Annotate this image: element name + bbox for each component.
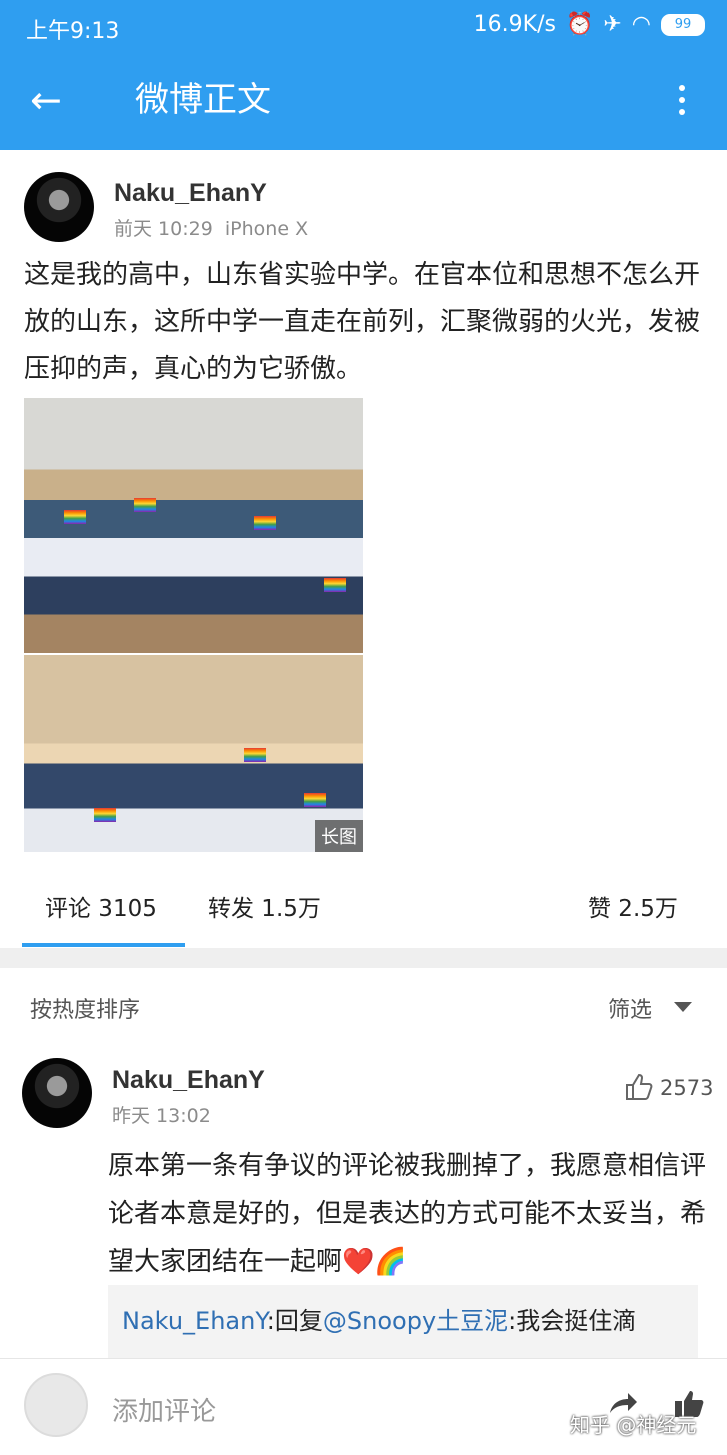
active-tab-indicator	[22, 943, 185, 947]
more-options-icon[interactable]	[670, 78, 694, 122]
reply-text: :我会挺住滴	[508, 1307, 637, 1335]
status-icons: 16.9K/s ⏰ ✈ ◠ 99	[474, 12, 705, 37]
comment-username[interactable]: Naku_EhanY	[112, 1066, 265, 1095]
watermark: 知乎 @神经元	[570, 1413, 697, 1437]
rainbow-flag-icon	[304, 793, 326, 807]
comment-time: 昨天 13:02	[112, 1105, 211, 1127]
rainbow-flag-icon	[254, 516, 276, 530]
reply-mention[interactable]: @Snoopy土豆泥	[323, 1307, 508, 1335]
chevron-down-icon[interactable]	[674, 1002, 692, 1012]
reply-line: Naku_EhanY:回复@Snoopy土豆泥:我会挺住滴	[122, 1301, 636, 1336]
page-title: 微博正文	[135, 80, 271, 120]
avatar[interactable]	[24, 172, 94, 242]
sort-by-hot-button[interactable]: 按热度排序	[30, 992, 140, 1024]
thumbs-up-icon[interactable]	[624, 1072, 654, 1102]
rainbow-flag-icon	[134, 498, 156, 512]
status-time: 上午9:13	[26, 19, 120, 44]
network-speed: 16.9K/s	[473, 12, 556, 37]
airplane-icon: ✈	[603, 12, 622, 37]
post-time: 前天 10:29	[114, 218, 213, 240]
post-device: iPhone X	[224, 218, 309, 240]
rainbow-flag-icon	[244, 748, 266, 762]
comment-input-bar: 添加评论 知乎 @神经元	[0, 1358, 727, 1455]
tab-comments[interactable]: 评论 3105	[45, 889, 157, 923]
my-avatar	[24, 1373, 88, 1437]
post-image[interactable]: 长图	[24, 398, 363, 852]
filter-button[interactable]: 筛选	[608, 992, 652, 1024]
wifi-icon: ◠	[631, 12, 651, 37]
tab-reposts[interactable]: 转发 1.5万	[208, 889, 321, 923]
photo-classroom-bottom	[24, 655, 363, 852]
alarm-icon: ⏰	[565, 12, 594, 37]
rainbow-flag-icon	[324, 578, 346, 592]
add-comment-input[interactable]: 添加评论	[112, 1391, 216, 1428]
back-arrow-icon[interactable]: ←	[30, 78, 80, 122]
post-username[interactable]: Naku_EhanY	[114, 179, 267, 208]
photo-classroom-top	[24, 398, 363, 653]
post-text: 这是我的高中，山东省实验中学。在官本位和思想不怎么开放的山东，这所中学一直走在前…	[24, 260, 701, 384]
rainbow-flag-icon	[64, 510, 86, 524]
section-divider	[0, 948, 727, 968]
battery-icon: 99	[661, 13, 705, 36]
long-image-badge: 长图	[315, 820, 363, 852]
rainbow-flag-icon	[94, 808, 116, 822]
comment-avatar[interactable]	[22, 1058, 92, 1128]
comment-text: 原本第一条有争议的评论被我删掉了，我愿意相信评论者本意是好的，但是表达的方式可能…	[108, 1151, 707, 1277]
reply-action: :回复	[266, 1307, 323, 1335]
tab-likes[interactable]: 赞 2.5万	[588, 889, 678, 923]
reply-author[interactable]: Naku_EhanY	[122, 1307, 267, 1335]
comment-like-count: 2573	[660, 1076, 714, 1100]
